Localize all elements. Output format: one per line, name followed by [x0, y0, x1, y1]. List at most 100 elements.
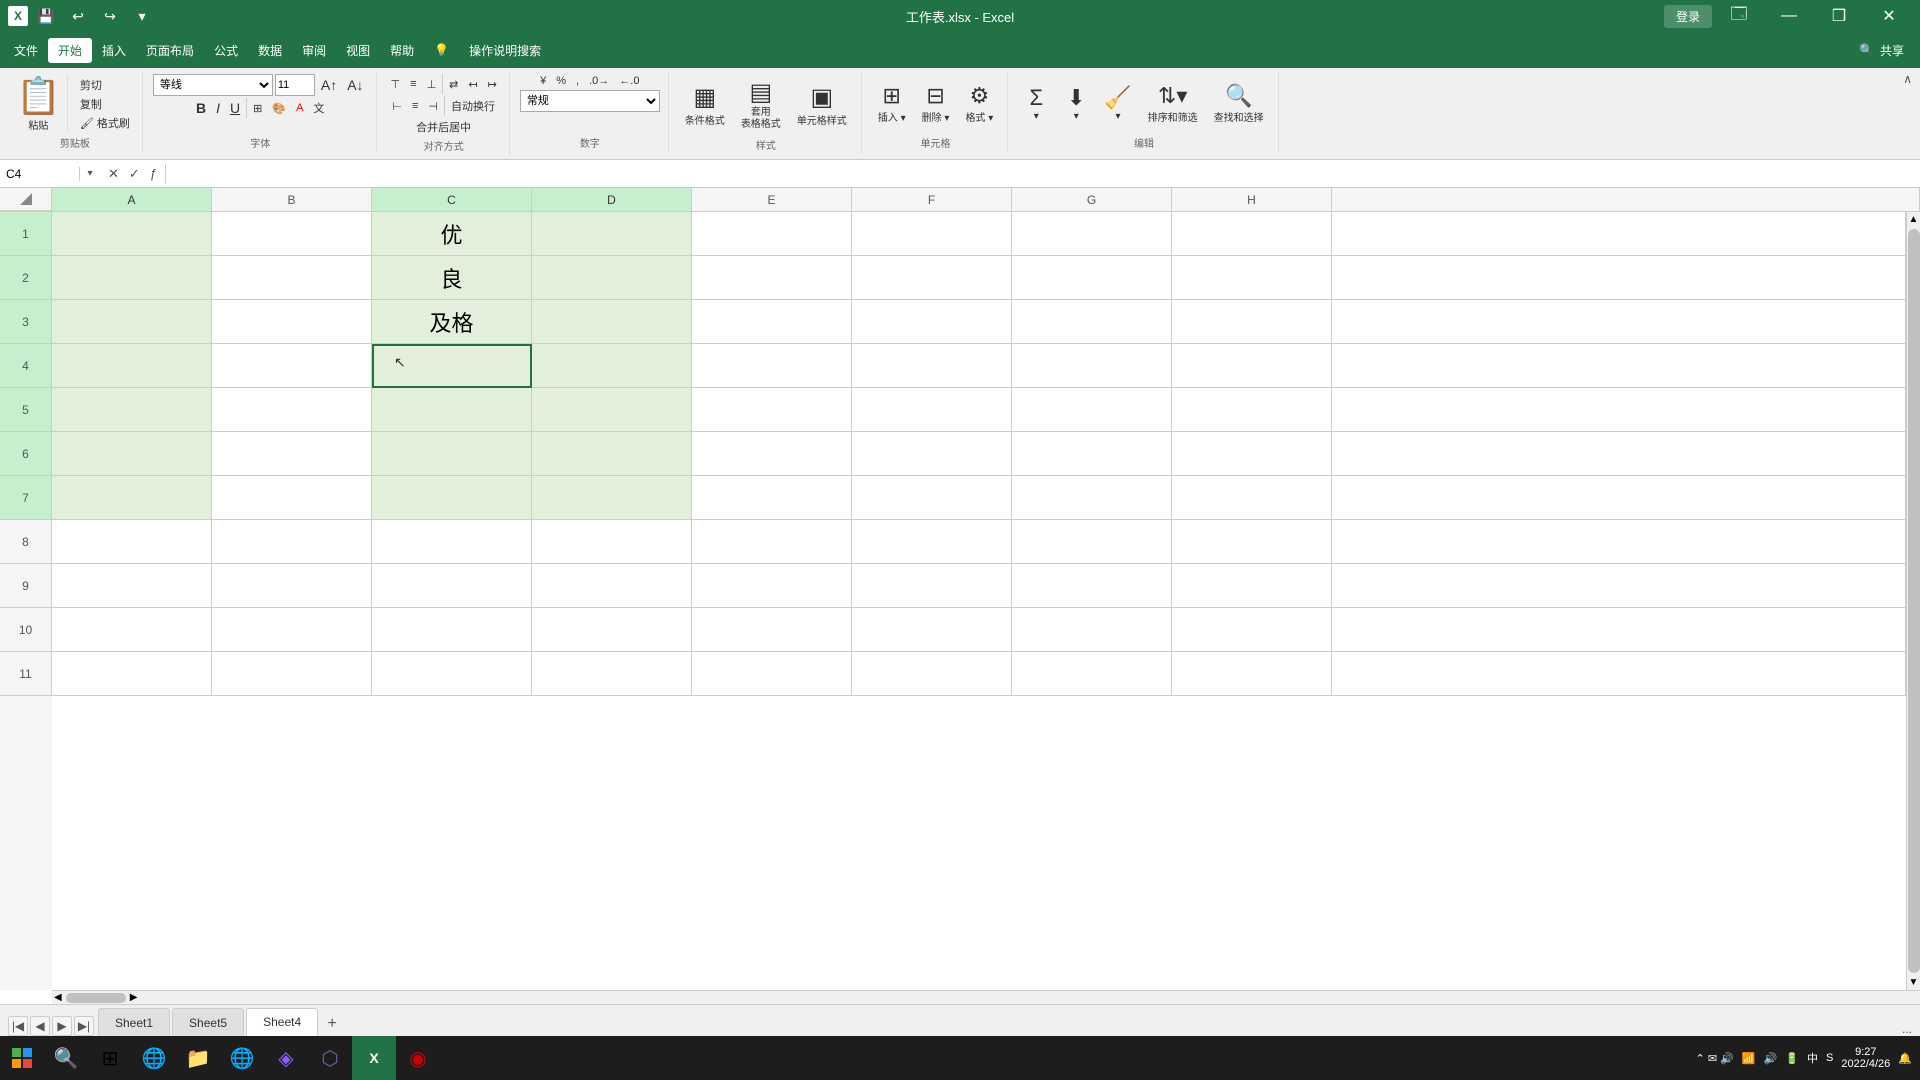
paste-button[interactable]: 📋	[16, 75, 61, 117]
cell-f11[interactable]	[852, 652, 1012, 696]
font-size-input[interactable]	[275, 74, 315, 96]
cell-e11[interactable]	[692, 652, 852, 696]
cell-c8[interactable]	[372, 520, 532, 564]
cell-a1[interactable]	[52, 212, 212, 256]
h-scroll-thumb[interactable]	[66, 993, 126, 1003]
cell-h10[interactable]	[1172, 608, 1332, 652]
cell-f1[interactable]	[852, 212, 1012, 256]
font-color-button[interactable]: A	[292, 101, 307, 115]
minimize-button[interactable]: —	[1766, 0, 1812, 32]
cell-e2[interactable]	[692, 256, 852, 300]
cell-a4[interactable]	[52, 344, 212, 388]
bold-button[interactable]: B	[192, 99, 210, 117]
cell-d3[interactable]	[532, 300, 692, 344]
merge-center-button[interactable]: 合并后居中	[412, 118, 475, 136]
cell-c6[interactable]	[372, 432, 532, 476]
cell-e9[interactable]	[692, 564, 852, 608]
cell-f5[interactable]	[852, 388, 1012, 432]
col-header-h[interactable]: H	[1172, 188, 1332, 211]
format-button[interactable]: ⚙ 格式 ▾	[959, 79, 999, 128]
formula-expand-button[interactable]: ▾	[80, 160, 100, 188]
menu-help[interactable]: 帮助	[380, 38, 424, 63]
cell-f4[interactable]	[852, 344, 1012, 388]
font-shrink-button[interactable]: A↓	[343, 76, 367, 94]
sheet-tab-1[interactable]: Sheet1	[98, 1008, 170, 1036]
scroll-up-button[interactable]: ▲	[1907, 212, 1920, 227]
align-center-button[interactable]: ≡	[408, 99, 422, 113]
sheet-nav-prev[interactable]: ◀	[30, 1016, 50, 1036]
teams-button[interactable]: ⬡	[308, 1036, 352, 1080]
cell-c5[interactable]	[372, 388, 532, 432]
cell-d9[interactable]	[532, 564, 692, 608]
cell-a6[interactable]	[52, 432, 212, 476]
conditional-format-button[interactable]: ▦ 条件格式	[679, 79, 731, 131]
row-num-2[interactable]: 2	[0, 256, 52, 300]
cell-g8[interactable]	[1012, 520, 1172, 564]
row-num-11[interactable]: 11	[0, 652, 52, 696]
menu-review[interactable]: 审阅	[292, 38, 336, 63]
cell-b10[interactable]	[212, 608, 372, 652]
cell-reference[interactable]: C4	[0, 167, 80, 181]
cell-f8[interactable]	[852, 520, 1012, 564]
increase-decimal-button[interactable]: .0→	[585, 74, 613, 88]
cell-e1[interactable]	[692, 212, 852, 256]
col-header-g[interactable]: G	[1012, 188, 1172, 211]
font-grow-button[interactable]: A↑	[317, 76, 341, 94]
cell-e5[interactable]	[692, 388, 852, 432]
cell-c7[interactable]	[372, 476, 532, 520]
cancel-formula-button[interactable]: ✕	[104, 164, 123, 184]
cell-a7[interactable]	[52, 476, 212, 520]
cell-d10[interactable]	[532, 608, 692, 652]
row-num-3[interactable]: 3	[0, 300, 52, 344]
cell-f2[interactable]	[852, 256, 1012, 300]
cell-f3[interactable]	[852, 300, 1012, 344]
cell-e6[interactable]	[692, 432, 852, 476]
cell-c3[interactable]: 及格	[372, 300, 532, 344]
menu-data[interactable]: 数据	[248, 38, 292, 63]
wrap-text-button[interactable]: 自动换行	[447, 97, 499, 115]
cell-f9[interactable]	[852, 564, 1012, 608]
login-button[interactable]: 登录	[1664, 5, 1712, 28]
cell-h5[interactable]	[1172, 388, 1332, 432]
menu-page-layout[interactable]: 页面布局	[136, 38, 204, 63]
align-top-button[interactable]: ⊤	[387, 77, 405, 92]
cell-h4[interactable]	[1172, 344, 1332, 388]
cell-c11[interactable]	[372, 652, 532, 696]
align-right-button[interactable]: ⊣	[424, 99, 442, 114]
find-select-button[interactable]: 🔍 查找和选择	[1208, 79, 1270, 128]
cell-b5[interactable]	[212, 388, 372, 432]
align-bottom-button[interactable]: ⊥	[423, 77, 441, 92]
cell-b1[interactable]	[212, 212, 372, 256]
indent-increase-button[interactable]: ↦	[484, 77, 501, 92]
cell-b7[interactable]	[212, 476, 372, 520]
cell-d6[interactable]	[532, 432, 692, 476]
cell-b11[interactable]	[212, 652, 372, 696]
row-num-9[interactable]: 9	[0, 564, 52, 608]
cell-b3[interactable]	[212, 300, 372, 344]
cell-a3[interactable]	[52, 300, 212, 344]
cell-a8[interactable]	[52, 520, 212, 564]
cell-g10[interactable]	[1012, 608, 1172, 652]
excel-taskbar-button[interactable]: X	[352, 1036, 396, 1080]
vs-button[interactable]: ◈	[264, 1036, 308, 1080]
align-left-button[interactable]: ⊢	[388, 99, 406, 114]
align-middle-button[interactable]: ≡	[406, 77, 420, 91]
comma-button[interactable]: ,	[572, 74, 583, 88]
app2-button[interactable]: ◉	[396, 1036, 440, 1080]
cell-c10[interactable]	[372, 608, 532, 652]
sheet-context-button[interactable]: ...	[1902, 1022, 1912, 1036]
cell-g7[interactable]	[1012, 476, 1172, 520]
italic-button[interactable]: I	[212, 99, 224, 117]
vertical-scrollbar[interactable]: ▲ ▼	[1906, 212, 1920, 990]
cell-g9[interactable]	[1012, 564, 1172, 608]
cell-h1[interactable]	[1172, 212, 1332, 256]
cell-b4[interactable]	[212, 344, 372, 388]
cell-d11[interactable]	[532, 652, 692, 696]
confirm-formula-button[interactable]: ✓	[125, 164, 144, 184]
ribbon-collapse-button[interactable]: ∧	[1903, 72, 1912, 86]
cell-d8[interactable]	[532, 520, 692, 564]
browser2-button[interactable]: 🌐	[220, 1036, 264, 1080]
percent-button[interactable]: %	[552, 74, 570, 88]
fill-color-button[interactable]: 🎨	[268, 101, 290, 116]
cell-styles-button[interactable]: ▣ 单元格样式	[791, 79, 853, 131]
